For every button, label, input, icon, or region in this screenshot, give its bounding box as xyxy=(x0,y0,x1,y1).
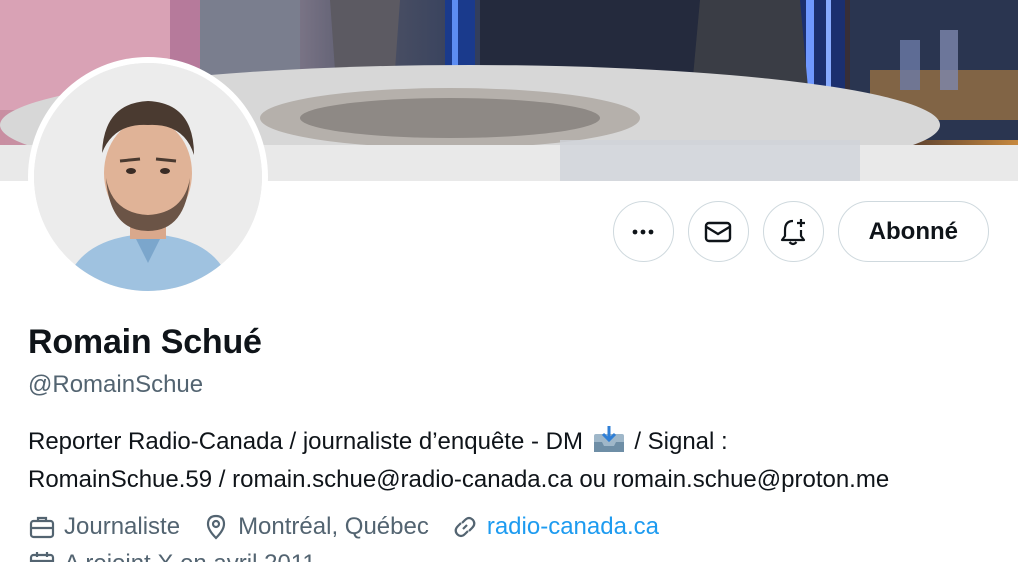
website-link[interactable]: radio-canada.ca xyxy=(487,513,659,541)
website-item: radio-canada.ca xyxy=(451,513,659,541)
inbox-tray-emoji-icon xyxy=(592,424,626,463)
more-horizontal-icon xyxy=(632,229,654,234)
bio-text-part2: / Signal : xyxy=(634,428,728,455)
location-item: Montréal, Québec xyxy=(202,513,429,541)
profile-page: Abonné Romain Schué @RomainSchue Reporte… xyxy=(0,0,1018,562)
profile-bio: Reporter Radio-Canada / journaliste d’en… xyxy=(28,424,998,496)
avatar-photo xyxy=(34,63,262,291)
profile-meta: Journaliste Montréal, Québec radio-canad… xyxy=(28,513,681,541)
joined-item: A rejoint X en avril 2011 xyxy=(28,550,316,562)
profile-avatar[interactable] xyxy=(28,57,268,297)
following-button[interactable]: Abonné xyxy=(837,201,989,262)
briefcase-icon xyxy=(29,516,55,539)
notifications-button[interactable] xyxy=(762,201,824,262)
profile-actions: Abonné xyxy=(612,201,989,262)
profile-handle: @RomainSchue xyxy=(28,371,204,398)
link-icon xyxy=(454,516,476,538)
profession-item: Journaliste xyxy=(28,513,180,541)
bio-text-line2: RomainSchue.59 / romain.schue@radio-cana… xyxy=(28,466,890,493)
profession-label: Journaliste xyxy=(64,513,181,540)
envelope-icon xyxy=(704,221,732,242)
bio-text-part1: Reporter Radio-Canada / journaliste d’en… xyxy=(28,428,583,455)
message-button[interactable] xyxy=(687,201,749,262)
location-label: Montréal, Québec xyxy=(238,513,429,540)
calendar-icon xyxy=(29,552,55,562)
more-button[interactable] xyxy=(612,201,674,262)
bell-plus-icon xyxy=(781,218,806,245)
profile-name: Romain Schué xyxy=(28,323,262,361)
joined-label: A rejoint X en avril 2011 xyxy=(64,550,316,562)
map-pin-icon xyxy=(206,514,226,540)
